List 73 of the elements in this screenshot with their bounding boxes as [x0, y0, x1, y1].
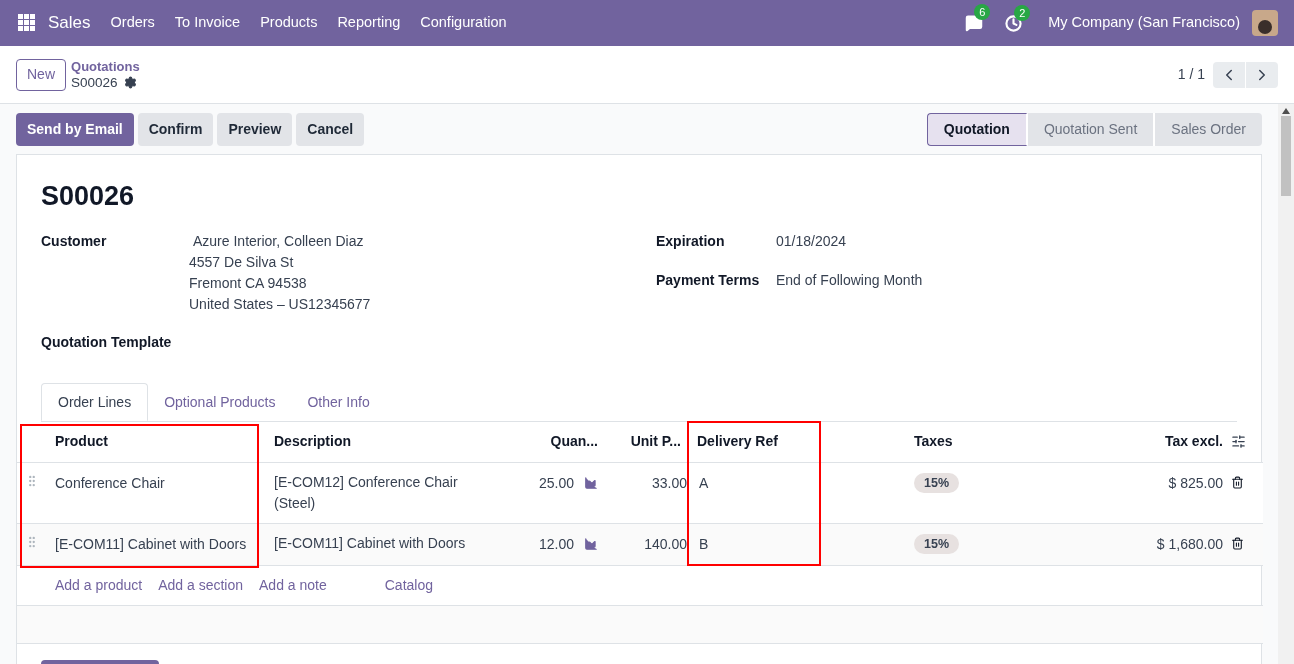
- column-settings-icon[interactable]: [1231, 434, 1246, 450]
- field-label: Expiration: [656, 232, 726, 251]
- delete-icon[interactable]: [1231, 475, 1244, 489]
- table-cell-text: [E-COM11] Cabinet with Doors: [274, 533, 467, 553]
- field-value[interactable]: End of Following Month: [776, 270, 923, 291]
- address-line: 4557 De Silva St: [189, 253, 295, 272]
- status-step[interactable]: Quotation Sent: [1027, 112, 1156, 146]
- notebook-tab[interactable]: Other Info: [291, 383, 386, 421]
- delete-icon[interactable]: [1231, 536, 1244, 550]
- breadcrumb-link[interactable]: Quotations: [71, 58, 140, 75]
- action-button[interactable]: Cancel: [296, 112, 365, 146]
- notification-badge: 6: [974, 4, 991, 20]
- status-step[interactable]: Quotation: [926, 112, 1028, 146]
- company-name[interactable]: My Company (San Francisco): [1048, 12, 1240, 34]
- record-name: S00026: [71, 74, 118, 91]
- next-button[interactable]: [1246, 61, 1278, 88]
- pager-counter: 1 / 1: [1177, 65, 1205, 84]
- settings-icon[interactable]: [123, 76, 137, 89]
- table-cell: [E-COM11] Cabinet with Doors: [55, 535, 247, 552]
- status-step[interactable]: Sales Order: [1155, 112, 1262, 146]
- column-header[interactable]: Tax excl.: [1164, 433, 1223, 450]
- add-line-link[interactable]: Add a section: [158, 574, 243, 596]
- user-avatar[interactable]: [1252, 10, 1278, 36]
- scrollbar[interactable]: [1278, 104, 1294, 664]
- forecast-chart-icon[interactable]: [584, 476, 598, 490]
- add-line-link[interactable]: Add a note: [259, 574, 327, 596]
- column-header[interactable]: Delivery Ref: [697, 433, 778, 450]
- notebook-tab[interactable]: Optional Products: [148, 383, 292, 421]
- add-line-link[interactable]: Add a product: [55, 574, 143, 596]
- address-line: United States – US12345677: [189, 295, 371, 314]
- previous-button[interactable]: [1213, 61, 1245, 88]
- address-line: Fremont CA 94538: [189, 274, 308, 293]
- action-button[interactable]: Send by Email: [16, 112, 134, 146]
- column-header[interactable]: Product: [55, 433, 108, 450]
- add-line-link[interactable]: Catalog: [384, 574, 433, 596]
- notebook-tab[interactable]: Order Lines: [41, 383, 149, 421]
- scroll-up-arrow-icon[interactable]: [1282, 108, 1290, 114]
- table-cell-text: 25.00: [538, 473, 574, 493]
- column-header[interactable]: Description: [274, 433, 351, 450]
- customer-name[interactable]: Azure Interior, Colleen Diaz: [193, 231, 371, 252]
- partial-button[interactable]: [41, 659, 159, 664]
- column-header[interactable]: Quan...: [550, 433, 598, 450]
- menu-item[interactable]: Reporting: [327, 12, 411, 34]
- menu-item[interactable]: Orders: [100, 12, 165, 34]
- table-cell: 140.00: [644, 535, 687, 552]
- apps-grid-icon[interactable]: [18, 14, 36, 32]
- table-cell: A: [699, 474, 709, 491]
- table-cell-text: 12.00: [538, 534, 574, 554]
- forecast-chart-icon[interactable]: [584, 537, 598, 551]
- column-header[interactable]: Taxes: [914, 433, 953, 450]
- table-cell-text: [E-COM12] Conference Chair (Steel): [274, 472, 459, 513]
- menu-item[interactable]: Products: [250, 12, 328, 34]
- tax-tag: 15%: [914, 472, 960, 493]
- column-header[interactable]: Unit P...: [630, 433, 681, 450]
- scrollbar-thumb[interactable]: [1281, 116, 1291, 196]
- tax-tag: 15%: [914, 533, 960, 554]
- field-value[interactable]: 01/18/2024: [776, 231, 847, 252]
- field-label: Quotation Template: [41, 334, 172, 350]
- table-cell: 33.00: [651, 474, 687, 491]
- menu-item[interactable]: To Invoice: [164, 12, 251, 34]
- table-cell: B: [699, 535, 709, 552]
- field-label: Customer: [41, 232, 108, 251]
- table-cell: $ 1,680.00: [1156, 535, 1223, 552]
- table-cell: $ 825.00: [1168, 474, 1223, 491]
- table-cell: Conference Chair: [55, 474, 165, 491]
- action-button[interactable]: Preview: [217, 112, 293, 146]
- app-name[interactable]: Sales: [48, 10, 91, 36]
- action-button[interactable]: Confirm: [137, 112, 214, 146]
- notification-badge: 2: [1014, 4, 1031, 21]
- menu-item[interactable]: Configuration: [410, 12, 517, 34]
- field-label: Payment Terms: [656, 271, 761, 290]
- new-button[interactable]: New: [16, 58, 66, 91]
- record-title: S00026: [41, 180, 136, 213]
